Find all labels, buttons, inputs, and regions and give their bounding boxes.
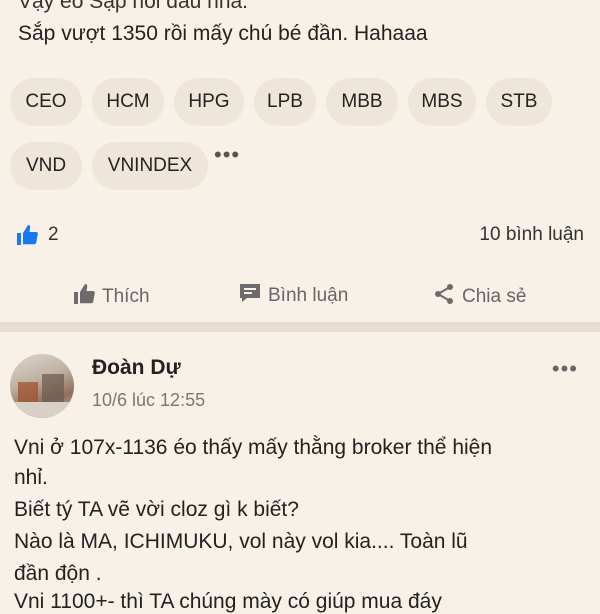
post-actions-bar: Thích Bình luận Chia sẻ: [0, 270, 600, 322]
reactions-summary[interactable]: 2: [14, 222, 59, 248]
tag-stb[interactable]: STB: [486, 78, 552, 126]
like-count: 2: [48, 224, 59, 245]
comment-count[interactable]: 10 bình luận: [479, 224, 584, 246]
comment-icon: [238, 282, 262, 310]
post-2: Đoàn Dự 10/6 lúc 12:55 ••• Vni ở 107x-11…: [0, 332, 600, 613]
more-options-icon[interactable]: •••: [552, 356, 578, 382]
tag-ceo[interactable]: CEO: [10, 78, 82, 126]
tag-vnd[interactable]: VND: [10, 142, 82, 190]
avatar[interactable]: [10, 354, 74, 418]
thumbs-up-icon: [14, 222, 40, 248]
comment-button[interactable]: Bình luận: [238, 282, 348, 310]
comment-label: Bình luận: [268, 285, 349, 306]
tag-lpb[interactable]: LPB: [254, 78, 316, 126]
share-icon: [432, 282, 456, 312]
share-button[interactable]: Chia sẻ: [432, 282, 526, 312]
tag-hpg[interactable]: HPG: [174, 78, 244, 126]
thumbs-up-icon: [72, 282, 96, 312]
post-divider: [0, 322, 600, 332]
tag-mbb[interactable]: MBB: [326, 78, 398, 126]
post-body-line-5: đần độn .: [14, 562, 102, 585]
post-body-line-6: Vni 1100+- thì TA chúng mày có giúp mua …: [14, 590, 442, 613]
author-name[interactable]: Đoàn Dự: [92, 356, 181, 380]
more-tags-icon[interactable]: •••: [214, 142, 240, 168]
post-body-line-1: Vni ở 107x-1136 éo thấy mấy thằng broker…: [14, 436, 493, 459]
tag-mbs[interactable]: MBS: [408, 78, 476, 126]
post-text-line-2: Sắp vượt 1350 rồi mấy chú bé đần. Hahaaa: [18, 22, 428, 45]
like-button[interactable]: Thích: [72, 282, 150, 312]
tag-vnindex[interactable]: VNINDEX: [92, 142, 208, 190]
like-label: Thích: [102, 286, 150, 307]
post-body-line-3: Biết tý TA vẽ vời cloz gì k biết?: [14, 498, 299, 521]
post-1: Vậy éo Sập nổi đâu nha. Sắp vượt 1350 rồ…: [0, 0, 600, 322]
tag-hcm[interactable]: HCM: [92, 78, 164, 126]
post-body-line-4: Nào là MA, ICHIMUKU, vol này vol kia....…: [14, 530, 468, 553]
share-label: Chia sẻ: [462, 286, 527, 307]
post-body-line-2: nhỉ.: [14, 466, 48, 489]
post-text-line-1: Vậy éo Sập nổi đâu nha.: [18, 0, 249, 13]
post-timestamp[interactable]: 10/6 lúc 12:55: [92, 390, 205, 411]
